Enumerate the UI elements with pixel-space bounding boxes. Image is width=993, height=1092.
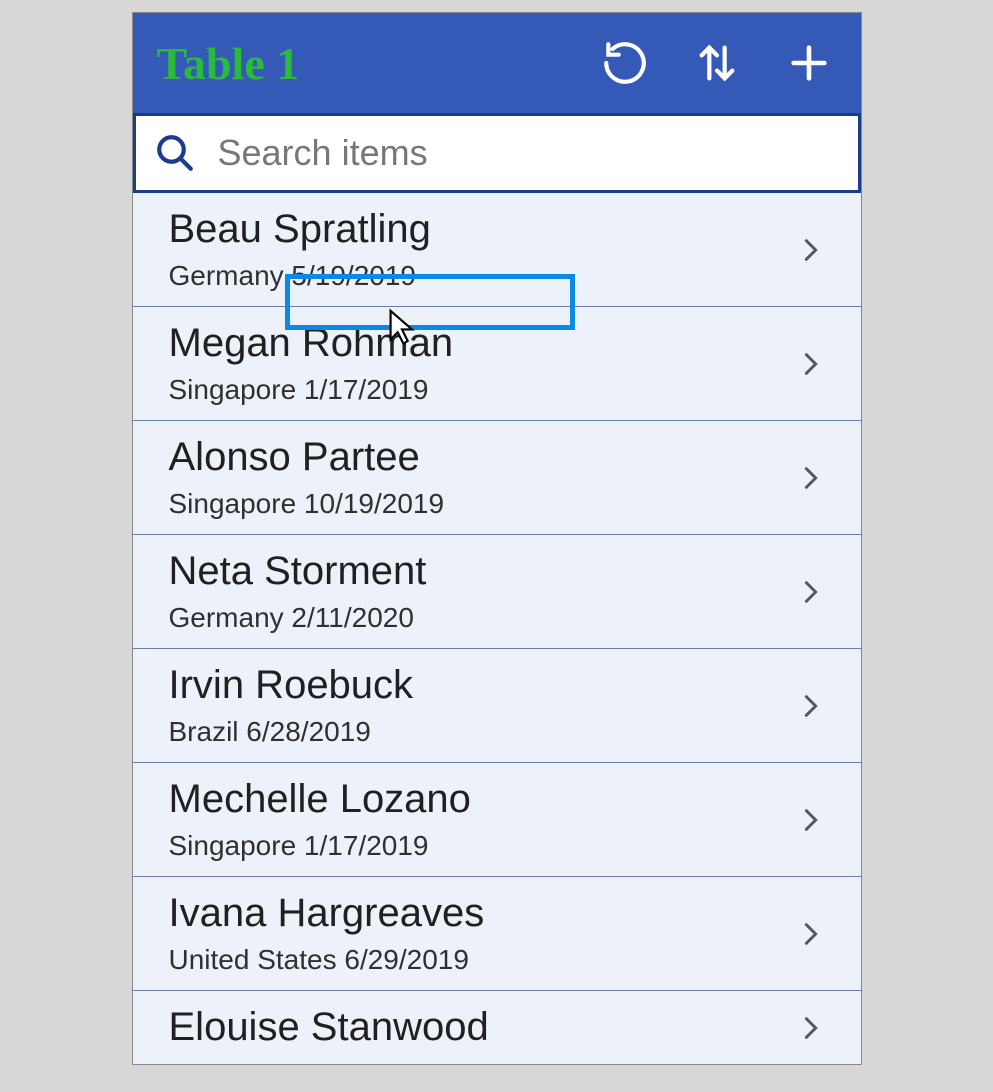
chevron-right-icon: [797, 456, 825, 500]
refresh-icon: [600, 38, 650, 88]
chevron-right-icon: [797, 912, 825, 956]
sort-button[interactable]: [689, 35, 745, 91]
header-bar: Table 1: [133, 13, 861, 113]
list-item-sub: Germany 5/19/2019: [169, 260, 797, 292]
list-item-text: Mechelle Lozano Singapore 1/17/2019: [169, 777, 797, 862]
list-item[interactable]: Neta Storment Germany 2/11/2020: [133, 535, 861, 649]
add-button[interactable]: [781, 35, 837, 91]
list-item-name: Beau Spratling: [169, 207, 797, 252]
chevron-right-icon: [797, 570, 825, 614]
list-item-name: Neta Storment: [169, 549, 797, 594]
list-item-text: Elouise Stanwood: [169, 1005, 797, 1050]
list-item-sub: Germany 2/11/2020: [169, 602, 797, 634]
refresh-button[interactable]: [597, 35, 653, 91]
table-app: Table 1: [132, 12, 862, 1065]
list-item[interactable]: Megan Rohman Singapore 1/17/2019: [133, 307, 861, 421]
chevron-right-icon: [797, 798, 825, 842]
list-item[interactable]: Mechelle Lozano Singapore 1/17/2019: [133, 763, 861, 877]
search-input[interactable]: [218, 132, 840, 174]
list-item-sub: Singapore 1/17/2019: [169, 830, 797, 862]
list-item-text: Megan Rohman Singapore 1/17/2019: [169, 321, 797, 406]
sort-icon: [694, 40, 740, 86]
search-icon: [154, 132, 196, 174]
list-item-text: Alonso Partee Singapore 10/19/2019: [169, 435, 797, 520]
list-item-text: Irvin Roebuck Brazil 6/28/2019: [169, 663, 797, 748]
list-item-name: Mechelle Lozano: [169, 777, 797, 822]
chevron-right-icon: [797, 342, 825, 386]
plus-icon: [786, 40, 832, 86]
table-title: Table 1: [157, 37, 597, 90]
list-item-sub: United States 6/29/2019: [169, 944, 797, 976]
search-bar[interactable]: [133, 113, 861, 193]
chevron-right-icon: [797, 684, 825, 728]
list-item-name: Elouise Stanwood: [169, 1005, 797, 1050]
list-item[interactable]: Irvin Roebuck Brazil 6/28/2019: [133, 649, 861, 763]
list-item-name: Ivana Hargreaves: [169, 891, 797, 936]
list-item-name: Alonso Partee: [169, 435, 797, 480]
chevron-right-icon: [797, 1006, 825, 1050]
list-item-name: Megan Rohman: [169, 321, 797, 366]
list-item-text: Ivana Hargreaves United States 6/29/2019: [169, 891, 797, 976]
list-item-sub: Singapore 10/19/2019: [169, 488, 797, 520]
list-item-name: Irvin Roebuck: [169, 663, 797, 708]
item-list: Beau Spratling Germany 5/19/2019 Megan R…: [133, 193, 861, 1064]
list-item-text: Neta Storment Germany 2/11/2020: [169, 549, 797, 634]
chevron-right-icon: [797, 228, 825, 272]
list-item[interactable]: Elouise Stanwood: [133, 991, 861, 1064]
list-item-sub: Brazil 6/28/2019: [169, 716, 797, 748]
header-actions: [597, 35, 837, 91]
list-item-sub: Singapore 1/17/2019: [169, 374, 797, 406]
list-item-text: Beau Spratling Germany 5/19/2019: [169, 207, 797, 292]
list-item[interactable]: Beau Spratling Germany 5/19/2019: [133, 193, 861, 307]
list-item[interactable]: Alonso Partee Singapore 10/19/2019: [133, 421, 861, 535]
list-item[interactable]: Ivana Hargreaves United States 6/29/2019: [133, 877, 861, 991]
